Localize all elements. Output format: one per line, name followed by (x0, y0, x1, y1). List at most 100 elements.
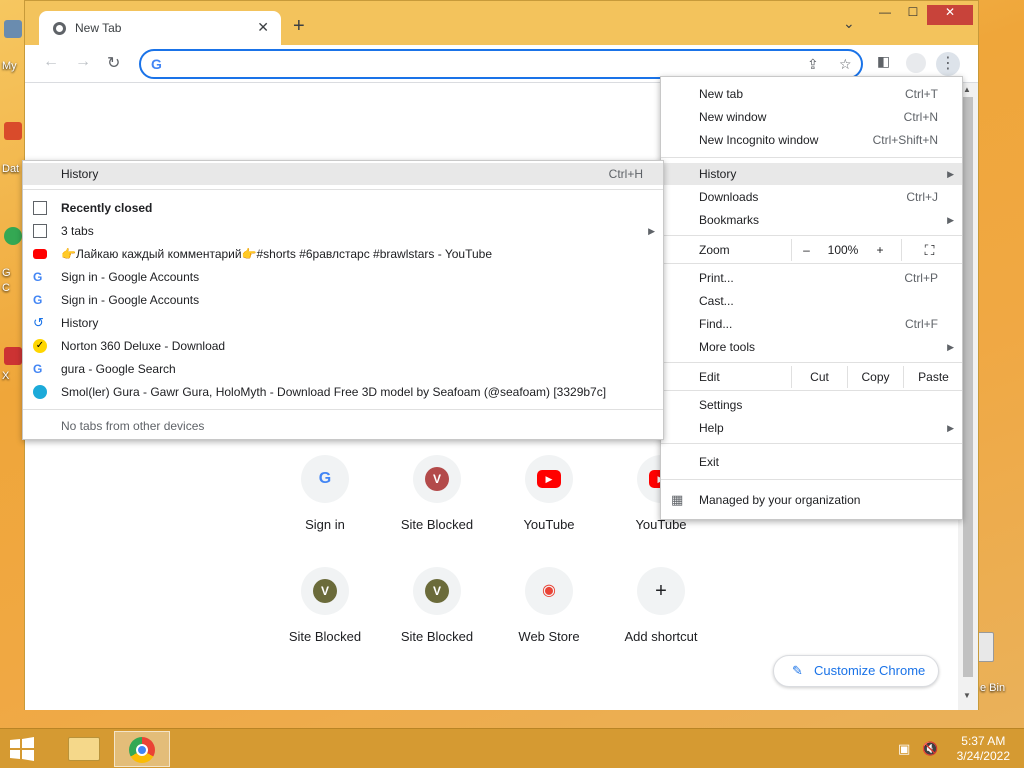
new-tab-button[interactable]: + (293, 15, 305, 38)
history-item[interactable]: ↺ History (23, 312, 663, 334)
shortcut-site-blocked-3[interactable]: V Site Blocked (389, 567, 485, 667)
history-item-3-tabs[interactable]: 3 tabs ▶ (23, 220, 663, 242)
youtube-icon: ▶ (537, 470, 561, 488)
tab-search-icon[interactable]: ⌄ (843, 15, 855, 32)
shortcut-youtube[interactable]: ▶ YouTube (501, 455, 597, 555)
letter-v-icon: V (313, 579, 337, 603)
maximize-button[interactable]: ☐ (899, 5, 927, 25)
history-menu-history[interactable]: History Ctrl+H (23, 163, 663, 185)
shortcut-site-blocked-2[interactable]: V Site Blocked (277, 567, 373, 667)
menu-separator (661, 157, 962, 158)
add-shortcut-button[interactable]: + Add shortcut (613, 567, 709, 667)
google-icon: G (33, 293, 43, 307)
menu-managed-by-org[interactable]: ▦ Managed by your organization (661, 489, 962, 511)
close-window-button[interactable]: ✕ (927, 5, 973, 25)
menu-new-window[interactable]: New window Ctrl+N (661, 106, 962, 128)
desktop-label-my: My (2, 60, 17, 72)
network-icon[interactable]: ▣ (898, 741, 910, 757)
history-item[interactable]: G Sign in - Google Accounts (23, 266, 663, 288)
address-input[interactable] (175, 55, 775, 73)
history-item[interactable]: Smol(ler) Gura - Gawr Gura, HoloMyth - D… (23, 381, 663, 403)
scroll-down-icon[interactable]: ▼ (963, 691, 971, 700)
window-icon (33, 201, 47, 215)
youtube-icon (33, 249, 47, 259)
tab-close-icon[interactable]: ✕ (257, 19, 269, 36)
scroll-up-icon[interactable]: ▲ (963, 85, 971, 94)
fullscreen-icon[interactable]: ⛶ (901, 239, 957, 261)
desktop-label-c: C (2, 282, 10, 294)
side-panel-icon[interactable]: ◧ (877, 53, 890, 70)
menu-downloads[interactable]: Downloads Ctrl+J (661, 186, 962, 208)
customize-label: Customize Chrome (814, 663, 926, 678)
shortcut-label: Add shortcut (624, 629, 698, 644)
letter-v-icon: V (425, 579, 449, 603)
shortcut-label: Site Blocked (288, 629, 362, 644)
menu-print[interactable]: Print... Ctrl+P (661, 267, 962, 289)
pencil-icon: ✎ (792, 663, 803, 678)
taskbar-chrome[interactable] (114, 731, 170, 767)
profile-avatar-icon[interactable] (906, 53, 926, 73)
share-icon[interactable]: ⇪ (807, 56, 819, 73)
taskbar-file-explorer[interactable] (56, 731, 112, 767)
app-icon (4, 347, 22, 365)
norton-icon: ✓ (33, 339, 47, 353)
tab-new-tab[interactable]: New Tab ✕ (39, 11, 281, 45)
menu-zoom: Zoom – 100% + ⛶ (661, 239, 962, 261)
clock-date: 3/24/2022 (956, 749, 1010, 763)
customize-chrome-button[interactable]: ✎ Customize Chrome (773, 655, 939, 687)
clock[interactable]: 5:37 AM 3/24/2022 (957, 734, 1010, 764)
recently-closed-header: Recently closed (23, 197, 663, 219)
plus-icon: + (655, 580, 667, 602)
computer-icon (4, 20, 22, 38)
history-item[interactable]: G gura - Google Search (23, 358, 663, 380)
bookmark-star-icon[interactable]: ☆ (839, 56, 852, 73)
shortcut-label: YouTube (523, 517, 575, 532)
chrome-menu-button[interactable]: ⋮ (936, 52, 960, 76)
scroll-thumb[interactable] (963, 97, 973, 677)
reload-button[interactable]: ↻ (107, 53, 120, 73)
google-icon: G (33, 270, 43, 284)
history-item[interactable]: ✓ Norton 360 Deluxe - Download (23, 335, 663, 357)
menu-cast[interactable]: Cast... (661, 290, 962, 312)
paste-button[interactable]: Paste (903, 366, 963, 388)
menu-separator (661, 235, 962, 236)
menu-history[interactable]: History ▶ (661, 163, 962, 185)
menu-more-tools[interactable]: More tools ▶ (661, 336, 962, 358)
menu-separator (23, 189, 663, 190)
menu-exit[interactable]: Exit (661, 451, 962, 473)
zoom-out-button[interactable]: – (791, 239, 821, 261)
menu-bookmarks[interactable]: Bookmarks ▶ (661, 209, 962, 231)
volume-muted-icon[interactable]: 🔇 (922, 741, 938, 757)
menu-settings[interactable]: Settings (661, 394, 962, 416)
back-button[interactable]: ← (43, 53, 59, 71)
omnibox[interactable]: G ⇪ ☆ (139, 49, 863, 79)
zoom-in-button[interactable]: + (865, 239, 895, 261)
letter-v-icon: V (425, 467, 449, 491)
zoom-level: 100% (827, 243, 859, 257)
taskbar: ▣ 🔇 5:37 AM 3/24/2022 (0, 728, 1024, 768)
minimize-button[interactable]: — (871, 5, 899, 25)
menu-help[interactable]: Help ▶ (661, 417, 962, 439)
cut-button[interactable]: Cut (791, 366, 847, 388)
shortcut-site-blocked[interactable]: V Site Blocked (389, 455, 485, 555)
chevron-right-icon: ▶ (947, 423, 954, 433)
history-item[interactable]: G Sign in - Google Accounts (23, 289, 663, 311)
menu-new-tab[interactable]: New tab Ctrl+T (661, 83, 962, 105)
windows-start-icon[interactable] (8, 737, 36, 761)
menu-find[interactable]: Find... Ctrl+F (661, 313, 962, 335)
menu-new-incognito-window[interactable]: New Incognito window Ctrl+Shift+N (661, 129, 962, 151)
folder-icon (4, 122, 22, 140)
title-bar: New Tab ✕ + ⌄ — ☐ ✕ (25, 1, 978, 45)
shortcut-label: Site Blocked (400, 629, 474, 644)
shortcut-sign-in[interactable]: G Sign in (277, 455, 373, 555)
chrome-icon (129, 737, 155, 763)
menu-separator (661, 479, 962, 480)
chevron-right-icon: ▶ (947, 215, 954, 225)
history-item[interactable]: 👉Лайкаю каждый комментарий👉#shorts #6рав… (23, 243, 663, 265)
shortcut-web-store[interactable]: ◉ Web Store (501, 567, 597, 667)
chevron-right-icon: ▶ (648, 226, 655, 236)
forward-button[interactable]: → (75, 53, 91, 71)
desktop-label-data: Dat (2, 163, 20, 175)
chevron-right-icon: ▶ (947, 342, 954, 352)
copy-button[interactable]: Copy (847, 366, 903, 388)
